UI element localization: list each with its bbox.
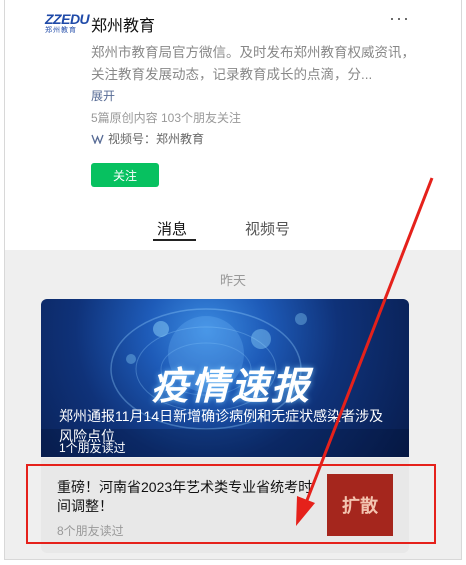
channels-label: 视频号：郑州教育	[108, 132, 205, 146]
content-tabs: 消息 视频号	[5, 214, 461, 250]
tab-messages[interactable]: 消息	[157, 218, 187, 239]
account-stats: 5篇原创内容 103个朋友关注	[91, 111, 242, 125]
expand-link[interactable]: 展开	[91, 87, 115, 104]
annotation-highlight-box	[26, 464, 436, 544]
tab-channels[interactable]: 视频号	[245, 218, 290, 239]
hero-image-text: 疫情速报	[151, 366, 312, 408]
feed-date: 昨天	[219, 273, 246, 288]
account-logo: ZZEDU 郑州教育	[45, 11, 90, 34]
channels-icon	[91, 134, 104, 144]
active-tab-indicator	[153, 239, 196, 241]
more-options-icon[interactable]: ···	[389, 8, 410, 29]
account-profile: ZZEDU 郑州教育 郑州教育 ··· 郑州市教育局官方微信。及时发布郑州教育权…	[5, 0, 461, 250]
follow-button[interactable]: 关注	[91, 163, 159, 187]
account-description: 郑州市教育局官方微信。及时发布郑州教育权威资讯，关注教育发展动态，记录教育成长的…	[91, 45, 415, 82]
hero-caption[interactable]: 郑州通报11月14日新增确诊病例和无症状感染者涉及风险点位	[59, 406, 389, 446]
account-name: 郑州教育	[91, 18, 156, 35]
channels-link[interactable]: 视频号：郑州教育	[91, 130, 204, 147]
